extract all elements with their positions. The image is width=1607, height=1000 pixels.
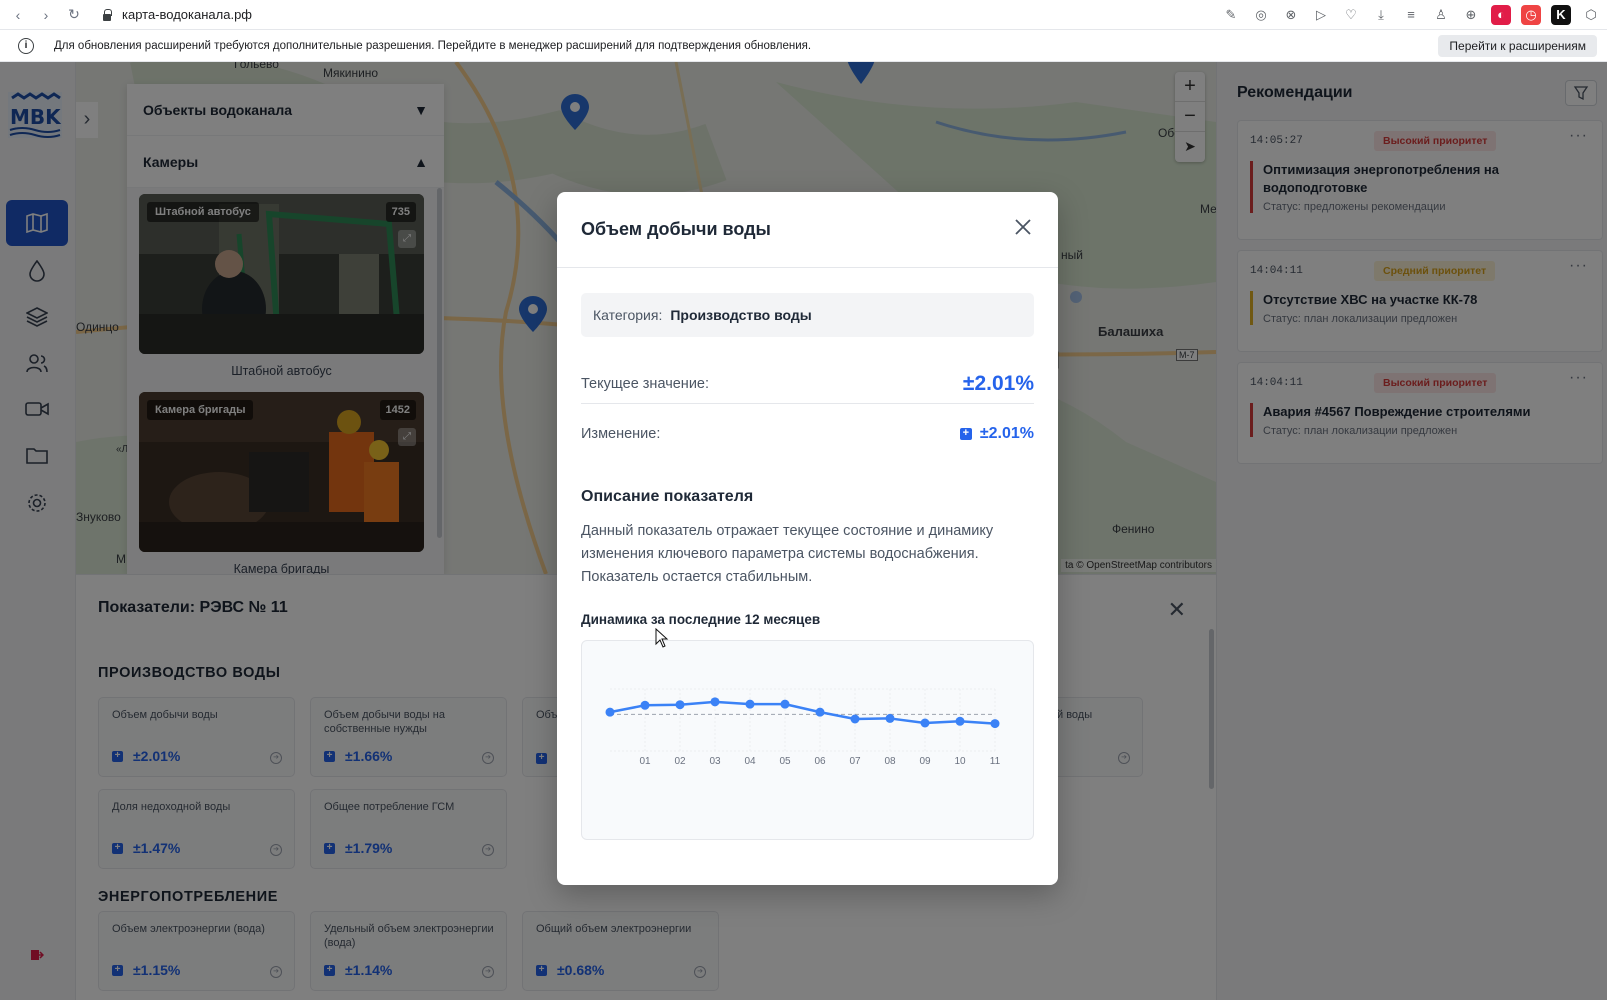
- change-label: Изменение:: [581, 426, 661, 442]
- x-tick-label: 02: [674, 756, 686, 767]
- infobar-message: Для обновления расширений требуются допо…: [54, 39, 812, 52]
- dynamics-chart: 01 02 03 04 05 06 07 08 09 10 11: [581, 640, 1034, 840]
- data-point: [990, 719, 1000, 729]
- heart-icon[interactable]: ♡: [1341, 5, 1361, 25]
- data-point: [605, 707, 615, 717]
- forward-icon[interactable]: ›: [36, 7, 56, 23]
- close-icon[interactable]: [1012, 216, 1034, 238]
- x-tick-label: 06: [814, 756, 826, 767]
- camera-icon[interactable]: ◎: [1251, 5, 1271, 25]
- data-point: [710, 697, 720, 707]
- data-point: [885, 713, 895, 723]
- modal-header: Объем добычи воды: [557, 192, 1058, 268]
- data-point: [780, 699, 790, 709]
- extensions-infobar: i Для обновления расширений требуются до…: [0, 30, 1607, 62]
- description-text: Данный показатель отражает текущее состо…: [581, 523, 994, 585]
- plus-icon: +: [959, 428, 972, 440]
- x-tick-label: 08: [884, 756, 896, 767]
- browser-extensions: ✎ ◎ ⊗ ▷ ♡ ⤓ ≡ ♙ ⊕ ◐ ◷ K ⬡: [1221, 5, 1601, 25]
- current-value-row: Текущее значение: ±2.01%: [581, 364, 1034, 404]
- info-icon: i: [18, 37, 34, 54]
- go-to-extensions-button[interactable]: Перейти к расширениям: [1438, 35, 1597, 57]
- menu-icon[interactable]: ≡: [1401, 5, 1421, 25]
- lock-icon: [102, 8, 112, 21]
- edit-icon[interactable]: ✎: [1221, 5, 1241, 25]
- address-bar[interactable]: карта-водоканала.рф: [102, 7, 252, 22]
- modal-title: Объем добычи воды: [581, 219, 771, 239]
- url-text: карта-водоканала.рф: [122, 7, 252, 22]
- x-tick-label: 04: [744, 756, 756, 767]
- reload-icon[interactable]: ↻: [64, 6, 84, 23]
- x-tick-label: 11: [990, 756, 1001, 767]
- extension-clock-icon[interactable]: ◷: [1521, 5, 1541, 25]
- x-tick-label: 10: [954, 756, 966, 767]
- block-icon[interactable]: ⊗: [1281, 5, 1301, 25]
- data-point: [955, 716, 965, 726]
- x-tick-label: 07: [849, 756, 861, 767]
- data-point: [745, 699, 755, 709]
- extension-red-icon[interactable]: ◐: [1491, 5, 1511, 25]
- data-point: [815, 707, 825, 717]
- change-value-text: ±2.01%: [979, 425, 1034, 442]
- x-tick-label: 09: [919, 756, 931, 767]
- data-point: [920, 718, 930, 728]
- line-chart: 01 02 03 04 05 06 07 08 09 10 11: [605, 688, 1001, 767]
- x-tick-label: 01: [639, 756, 651, 767]
- extension-cube-icon[interactable]: ⬡: [1581, 5, 1601, 25]
- browser-toolbar: ‹ › ↻ карта-водоканала.рф ✎ ◎ ⊗ ▷ ♡ ⤓ ≡ …: [0, 0, 1607, 30]
- category-value: Производство воды: [670, 307, 812, 323]
- x-tick-label: 05: [779, 756, 791, 767]
- play-icon[interactable]: ▷: [1311, 5, 1331, 25]
- dynamics-title: Динамика за последние 12 месяцев: [581, 612, 821, 627]
- category-box: Категория: Производство воды: [581, 293, 1034, 337]
- category-label: Категория:: [593, 307, 663, 323]
- back-icon[interactable]: ‹: [8, 7, 28, 23]
- download-icon[interactable]: ⤓: [1371, 5, 1391, 25]
- globe-icon[interactable]: ⊕: [1461, 5, 1481, 25]
- indicator-detail-modal: Объем добычи воды Категория: Производств…: [557, 192, 1058, 885]
- change-row: Изменение: + ±2.01%: [581, 414, 1034, 454]
- data-point: [850, 714, 860, 724]
- data-point: [675, 700, 685, 710]
- profile-icon[interactable]: ♙: [1431, 5, 1451, 25]
- x-tick-label: 03: [709, 756, 721, 767]
- data-point: [640, 700, 650, 710]
- mouse-cursor-icon: [655, 628, 669, 648]
- current-value-label: Текущее значение:: [581, 375, 710, 392]
- current-value: ±2.01%: [962, 371, 1034, 395]
- description-title: Описание показателя: [581, 488, 754, 505]
- series-line: [609, 700, 996, 725]
- extension-k-icon[interactable]: K: [1551, 5, 1571, 25]
- change-value: + ±2.01%: [959, 425, 1034, 443]
